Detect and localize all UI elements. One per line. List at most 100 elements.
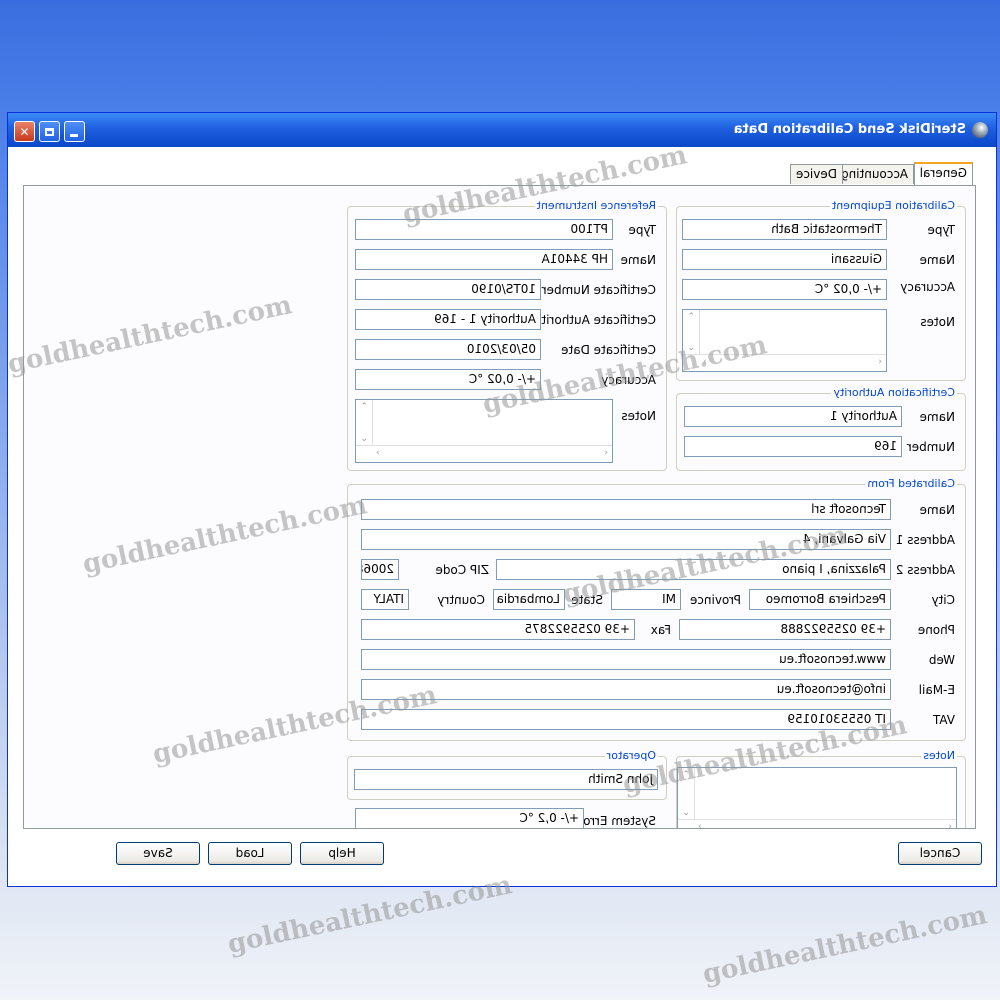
ce-notes-vscroll[interactable]: ⌃ ⌄	[683, 310, 700, 355]
notes-legend: Notes	[921, 749, 957, 762]
tab-general[interactable]: General	[913, 162, 973, 185]
cf-email-field[interactable]: info@tecnosoft.eu	[361, 679, 891, 700]
cancel-button-label: Cancel	[919, 846, 961, 860]
cf-state-label: State	[571, 593, 603, 607]
cf-zip-label: ZIP Code	[435, 563, 489, 577]
ri-cert-date-field[interactable]: 05/03/2010	[355, 339, 541, 360]
cf-email-label: E-Mail	[918, 683, 955, 697]
tab-accounting[interactable]: Accounting	[834, 164, 914, 184]
calibration-equipment-group: Calibration Equipment Type Thermostatic …	[676, 199, 966, 381]
system-error-field[interactable]: +/- 0,2 °C	[355, 808, 584, 829]
ce-notes-textarea[interactable]: ⌃ ⌄ ‹ ›	[682, 309, 887, 372]
help-button-label: Help	[328, 846, 356, 860]
cancel-button[interactable]: Cancel	[898, 842, 982, 865]
scroll-up-icon: ⌃	[687, 312, 695, 322]
ri-notes-label: Notes	[621, 409, 656, 423]
cf-name-label: Name	[919, 503, 955, 517]
maximize-icon	[45, 127, 54, 136]
ri-cert-number-field[interactable]: 10TS/0190	[355, 279, 541, 300]
dialog-client: General Accounting Device Calibration Eq…	[8, 147, 996, 886]
dialog-window: SteriDisk Send Calibration Data ✕ Genera…	[7, 112, 997, 887]
ce-notes-hscroll[interactable]: ‹ ›	[683, 354, 886, 371]
cf-vat-field[interactable]: IT 05553010159	[361, 709, 891, 730]
ri-cert-authority-label: Certificate Authority	[534, 313, 656, 327]
notes-textarea[interactable]: ⌃ ⌄ ‹ ›	[677, 767, 957, 829]
minimize-button[interactable]	[64, 121, 85, 142]
calibrated-from-group: Calibrated From Name Tecnosoft srl Addre…	[347, 477, 966, 741]
calibrated-from-legend: Calibrated From	[865, 477, 957, 490]
cf-country-field[interactable]: ITALY	[361, 589, 409, 610]
scroll-down-icon: ⌄	[360, 434, 368, 444]
certification-authority-legend: Certification Authority	[831, 386, 957, 399]
ce-type-label: Type	[927, 223, 955, 237]
general-tab-panel: Calibration Equipment Type Thermostatic …	[23, 185, 976, 829]
mirrored-screen: SteriDisk Send Calibration Data ✕ Genera…	[0, 0, 1000, 1000]
cf-province-field[interactable]: MI	[611, 589, 681, 610]
notes-group: Notes ⌃ ⌄ ‹ ›	[676, 749, 966, 829]
scroll-left-icon: ‹	[604, 448, 608, 458]
tab-device[interactable]: Device	[789, 164, 843, 184]
cf-phone-field[interactable]: +39 0255922888	[679, 619, 891, 640]
cf-province-label: Province	[689, 593, 741, 607]
ri-notes-hscroll[interactable]: ‹ ›	[356, 445, 612, 462]
ri-notes-textarea[interactable]: ⌃ ⌄ ‹ ›	[355, 399, 613, 463]
operator-group: Operator John Smith	[347, 749, 667, 800]
cf-vat-label: VAT	[932, 713, 955, 727]
ri-type-field[interactable]: PT100	[355, 219, 613, 240]
app-icon	[972, 122, 988, 138]
ca-name-field[interactable]: Authority 1	[684, 406, 902, 427]
cf-fax-label: Fax	[650, 623, 671, 637]
title-bar[interactable]: SteriDisk Send Calibration Data ✕	[8, 113, 996, 147]
notes-hscroll[interactable]: ‹ ›	[678, 819, 956, 829]
scroll-up-icon: ⌃	[682, 770, 690, 780]
ce-accuracy-label: Accuracy	[900, 280, 955, 294]
operator-name-field[interactable]: John Smith	[354, 769, 658, 790]
ri-cert-authority-field[interactable]: Authority 1 - 169	[355, 309, 541, 330]
cf-city-label: City	[931, 593, 955, 607]
scroll-right-icon: ›	[703, 357, 707, 367]
ri-cert-number-label: Certificate Number	[541, 283, 656, 297]
ce-name-field[interactable]: Giussani	[682, 249, 887, 270]
cf-zip-field[interactable]: 20068	[361, 559, 399, 580]
maximize-button[interactable]	[39, 121, 60, 142]
ri-accuracy-field[interactable]: +/- 0,02 °C	[355, 369, 541, 390]
calibration-equipment-legend: Calibration Equipment	[829, 199, 957, 212]
scroll-up-icon: ⌃	[360, 402, 368, 412]
ca-number-field[interactable]: 169	[684, 436, 902, 457]
cf-fax-field[interactable]: +39 0255922875	[361, 619, 635, 640]
cf-address1-field[interactable]: Via Galvani, 4	[361, 529, 891, 550]
ca-number-label: Number	[906, 440, 955, 454]
ce-accuracy-field[interactable]: +/- 0,02 °C	[682, 279, 887, 300]
certification-authority-group: Certification Authority Name Authority 1…	[676, 386, 966, 471]
minimize-icon	[70, 133, 79, 137]
scroll-right-icon: ›	[698, 822, 702, 829]
cf-web-field[interactable]: www.tecnosoft.eu	[361, 649, 891, 670]
operator-legend: Operator	[604, 749, 658, 762]
cf-state-field[interactable]: Lombardia	[493, 589, 565, 610]
close-button[interactable]: ✕	[14, 121, 35, 142]
cf-name-field[interactable]: Tecnosoft srl	[361, 499, 891, 520]
save-button[interactable]: Save	[116, 842, 200, 865]
window-title: SteriDisk Send Calibration Data	[733, 122, 966, 137]
close-icon: ✕	[19, 124, 30, 139]
scroll-down-icon: ⌄	[687, 343, 695, 353]
cf-web-label: Web	[928, 653, 955, 667]
help-button[interactable]: Help	[300, 842, 384, 865]
ce-type-field[interactable]: Thermostatic Bath	[682, 219, 887, 240]
cf-address2-label: Address 2	[895, 563, 955, 577]
load-button-label: Load	[235, 846, 265, 860]
cf-address2-field[interactable]: Palazzina, I piano	[496, 559, 891, 580]
ri-notes-vscroll[interactable]: ⌃ ⌄	[356, 400, 373, 446]
notes-vscroll[interactable]: ⌃ ⌄	[678, 768, 695, 820]
ri-cert-date-label: Certificate Date	[561, 343, 656, 357]
system-error-label: System Error	[578, 814, 656, 828]
ri-name-field[interactable]: HP 34401A	[355, 249, 613, 270]
scroll-right-icon: ›	[376, 448, 380, 458]
cf-address1-label: Address 1	[895, 533, 955, 547]
cf-city-field[interactable]: Peschiera Borromeo	[749, 589, 891, 610]
reference-instrument-group: Reference Instrument Type PT100 Name HP …	[347, 199, 667, 471]
ri-type-label: Type	[628, 223, 656, 237]
load-button[interactable]: Load	[208, 842, 292, 865]
cf-country-label: Country	[437, 593, 485, 607]
scroll-left-icon: ‹	[948, 822, 952, 829]
